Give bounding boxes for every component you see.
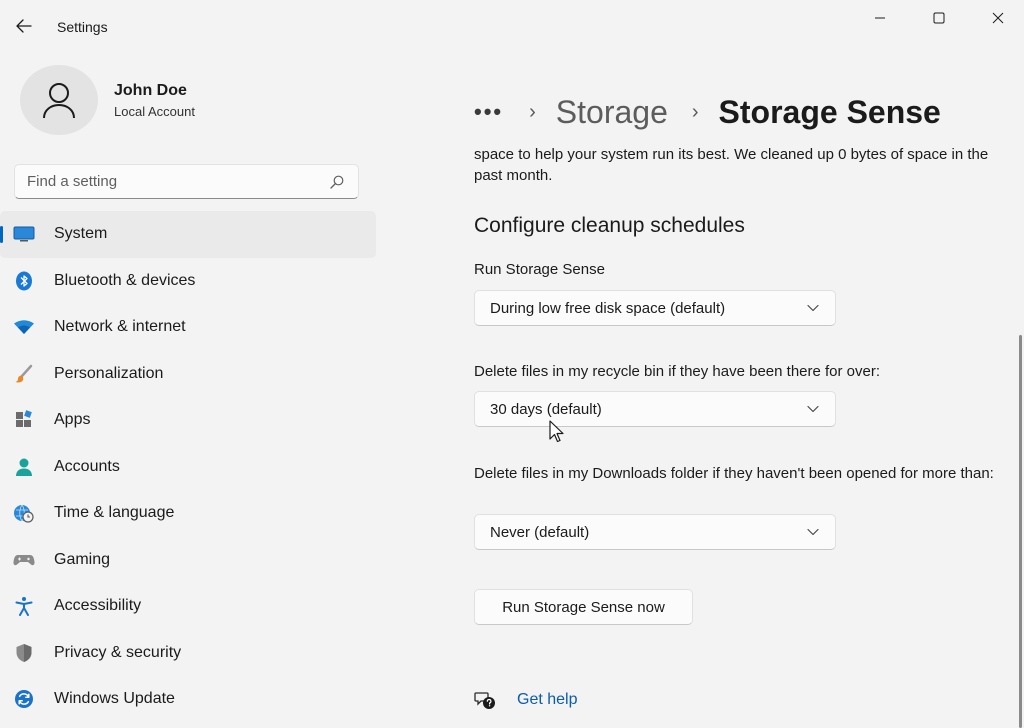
gamepad-icon xyxy=(13,549,35,571)
minimize-icon xyxy=(875,17,885,19)
chevron-down-icon xyxy=(806,301,820,315)
mouse-cursor-icon xyxy=(549,420,564,443)
breadcrumb: ••• › Storage › Storage Sense xyxy=(474,90,941,134)
system-icon xyxy=(13,223,35,245)
sidebar-item-accounts[interactable]: Accounts xyxy=(0,444,376,491)
close-button[interactable] xyxy=(975,4,1021,32)
breadcrumb-overflow-button[interactable]: ••• xyxy=(474,99,503,125)
get-help-row: Get help xyxy=(474,686,577,714)
profile-account-type: Local Account xyxy=(114,103,195,119)
sidebar-item-label: Network & internet xyxy=(54,318,186,336)
downloads-folder-dropdown[interactable]: Never (default) xyxy=(474,514,836,550)
page-title: Storage Sense xyxy=(718,93,941,130)
sidebar-item-label: Gaming xyxy=(54,550,111,568)
recycle-bin-dropdown[interactable]: 30 days (default) xyxy=(474,391,836,427)
accessibility-icon xyxy=(13,595,35,617)
sidebar-item-time-language[interactable]: Time & language xyxy=(0,490,376,537)
chevron-down-icon xyxy=(806,402,820,416)
dropdown-value: 30 days (default) xyxy=(490,400,602,418)
sidebar-item-bluetooth[interactable]: Bluetooth & devices xyxy=(0,258,376,305)
user-icon xyxy=(43,83,75,119)
sidebar-item-label: Accessibility xyxy=(54,597,142,615)
maximize-button[interactable] xyxy=(916,4,962,32)
sidebar-item-gaming[interactable]: Gaming xyxy=(0,537,376,584)
sidebar-item-label: Bluetooth & devices xyxy=(54,271,196,289)
dropdown-value: Never (default) xyxy=(490,523,590,541)
section-title: Configure cleanup schedules xyxy=(474,214,745,237)
shield-icon xyxy=(13,642,35,664)
sidebar-item-windows-update[interactable]: Windows Update xyxy=(0,676,376,723)
sidebar-nav: System Bluetooth & devices Network & int… xyxy=(0,211,376,723)
brush-icon xyxy=(13,363,35,385)
dropdown-value: During low free disk space (default) xyxy=(490,299,726,317)
recycle-bin-label: Delete files in my recycle bin if they h… xyxy=(474,363,881,380)
app-title: Settings xyxy=(57,19,108,35)
search-icon[interactable] xyxy=(328,173,346,191)
minimize-button[interactable] xyxy=(857,4,903,32)
chevron-down-icon xyxy=(806,525,820,539)
breadcrumb-parent-storage[interactable]: Storage xyxy=(556,94,668,131)
sidebar-item-apps[interactable]: Apps xyxy=(0,397,376,444)
search-input[interactable] xyxy=(27,173,328,190)
bluetooth-icon xyxy=(13,270,35,292)
sidebar-item-label: System xyxy=(54,225,108,243)
run-storage-sense-label: Run Storage Sense xyxy=(474,261,605,278)
sidebar-item-label: Privacy & security xyxy=(54,643,182,661)
arrow-left-icon xyxy=(16,19,32,33)
scrollbar[interactable] xyxy=(1019,335,1022,728)
chevron-right-icon: › xyxy=(691,100,699,123)
wifi-icon xyxy=(13,316,35,338)
apps-icon xyxy=(13,409,35,431)
sidebar-item-label: Accounts xyxy=(54,457,120,475)
sidebar-item-label: Apps xyxy=(54,411,91,429)
downloads-folder-label: Delete files in my Downloads folder if t… xyxy=(474,465,994,482)
sidebar-item-privacy-security[interactable]: Privacy & security xyxy=(0,630,376,677)
sidebar-item-accessibility[interactable]: Accessibility xyxy=(0,583,376,630)
title-bar: Settings xyxy=(0,0,1024,52)
run-storage-sense-now-button[interactable]: Run Storage Sense now xyxy=(474,589,693,625)
chevron-right-icon: › xyxy=(529,100,536,123)
maximize-icon xyxy=(933,12,945,24)
help-chat-icon xyxy=(474,689,496,711)
avatar xyxy=(20,65,98,135)
sidebar-item-label: Windows Update xyxy=(54,690,175,708)
get-help-link[interactable]: Get help xyxy=(517,691,577,709)
accounts-icon xyxy=(13,456,35,478)
storage-sense-description: space to help your system run its best. … xyxy=(474,146,989,184)
search-box xyxy=(14,164,359,199)
sidebar-item-system[interactable]: System xyxy=(0,211,376,258)
sidebar-item-label: Time & language xyxy=(54,504,175,522)
globe-clock-icon xyxy=(13,502,35,524)
sidebar-item-network[interactable]: Network & internet xyxy=(0,304,376,351)
sidebar-item-personalization[interactable]: Personalization xyxy=(0,351,376,398)
profile-name: John Doe xyxy=(114,81,187,99)
sidebar-item-label: Personalization xyxy=(54,364,164,382)
update-icon xyxy=(13,688,35,710)
user-profile[interactable]: John Doe Local Account xyxy=(20,65,350,135)
run-storage-sense-dropdown[interactable]: During low free disk space (default) xyxy=(474,290,836,326)
close-icon xyxy=(992,12,1004,24)
back-button[interactable] xyxy=(10,12,38,40)
